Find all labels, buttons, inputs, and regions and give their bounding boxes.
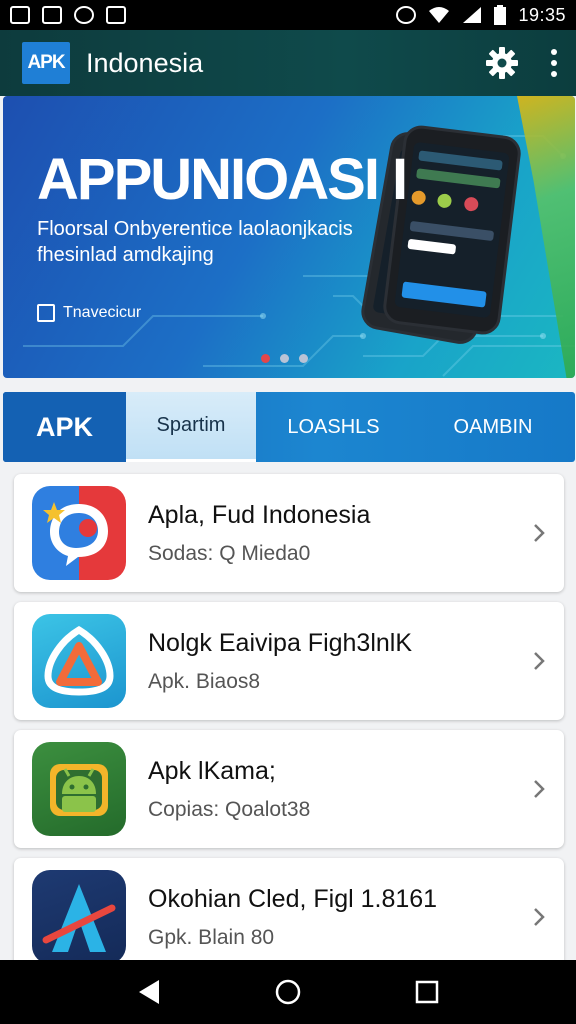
- screen-row: [418, 150, 503, 171]
- chat-bubble-icon: [32, 486, 126, 580]
- tab-oambin[interactable]: OAMBIN: [411, 392, 575, 462]
- list-item[interactable]: Apla, Fud Indonesia Sodas: Q Mieda0: [14, 474, 564, 592]
- carousel-dot[interactable]: [299, 354, 308, 363]
- list-item-text: Nolgk Eaivipa Figh3lnlK Apk. Biaos8: [148, 629, 564, 694]
- back-icon: [139, 980, 160, 1004]
- screen-dot: [410, 189, 427, 206]
- app-notification-icon: [106, 6, 126, 24]
- back-button[interactable]: [129, 972, 169, 1012]
- screen-button: [401, 281, 487, 308]
- carousel-dot[interactable]: [280, 354, 289, 363]
- banner-subtitle-line2: fhesinlad amdkajing: [37, 244, 214, 266]
- screen-row: [416, 168, 501, 189]
- more-icon-dot: [551, 60, 557, 66]
- category-tabs: APK Spartim LOASHLS OAMBIN: [3, 392, 575, 462]
- recents-button[interactable]: [407, 972, 447, 1012]
- android-icon: [32, 742, 126, 836]
- status-icons-left: [10, 6, 126, 24]
- a-logo-glyph: [42, 884, 116, 952]
- tab-loashls[interactable]: LOASHLS: [256, 392, 411, 462]
- alarm-clock-icon: [396, 6, 417, 24]
- screen-dot: [437, 193, 453, 209]
- tab-apk[interactable]: APK: [3, 392, 126, 462]
- system-nav-bar: [0, 960, 576, 1024]
- list-item[interactable]: Okohian Cled, Figl 1.8161 Gpk. Blain 80: [14, 858, 564, 976]
- carousel-indicator[interactable]: [261, 354, 308, 363]
- app-title: Nolgk Eaivipa Figh3lnlK: [148, 628, 413, 657]
- app-title: Apk lKama;: [148, 756, 276, 785]
- wifi-icon: [429, 7, 450, 23]
- list-item-text: Okohian Cled, Figl 1.8161 Gpk. Blain 80: [148, 885, 564, 950]
- screen-row: [407, 238, 457, 255]
- tab-spartim[interactable]: Spartim: [126, 392, 256, 462]
- list-item-text: Apla, Fud Indonesia Sodas: Q Mieda0: [148, 501, 564, 566]
- chevron-right-icon: [528, 778, 550, 800]
- app-title: Okohian Cled, Figl 1.8161: [148, 884, 438, 913]
- gallery-icon: [10, 6, 30, 24]
- edit-icon: [37, 304, 55, 322]
- banner-subtitle: Floorsal Onbyerentice laolaonjkacis fhes…: [37, 216, 377, 268]
- more-icon-dot: [551, 71, 557, 77]
- android-glyph: [50, 764, 108, 816]
- screen-row: [409, 220, 495, 242]
- phone-screen: [394, 141, 510, 319]
- app-title: Apla, Fud Indonesia: [148, 500, 371, 529]
- notification-icon: [42, 6, 62, 24]
- list-item[interactable]: Apk lKama; Copias: Qoalot38: [14, 730, 564, 848]
- home-icon: [275, 979, 301, 1005]
- promo-banner[interactable]: APPUNIOASI I Floorsal Onbyerentice laola…: [3, 96, 575, 378]
- overflow-menu-button[interactable]: [546, 43, 562, 83]
- triangle-logo-glyph: [44, 625, 114, 696]
- triangle-logo-icon: [32, 614, 126, 708]
- app-subtitle: Sodas: Q Mieda0: [148, 541, 311, 565]
- banner-badge: Tnavecicur: [37, 304, 141, 322]
- banner-badge-label: Tnavecicur: [63, 304, 142, 321]
- app-subtitle: Gpk. Blain 80: [148, 925, 275, 949]
- list-item[interactable]: Nolgk Eaivipa Figh3lnlK Apk. Biaos8: [14, 602, 564, 720]
- carousel-dot[interactable]: [261, 354, 270, 363]
- screen-icons: [406, 185, 505, 223]
- settings-button[interactable]: [482, 43, 522, 83]
- app-subtitle: Copias: Qoalot38: [148, 797, 311, 821]
- app-bar: APK Indonesia: [0, 30, 576, 96]
- banner-title: APPUNIOASI I: [37, 147, 408, 212]
- app-logo: APK: [22, 42, 70, 84]
- app-subtitle: Apk. Biaos8: [148, 669, 261, 693]
- alarm-icon: [74, 6, 94, 24]
- status-time: 19:35: [518, 4, 566, 25]
- signal-icon: [463, 7, 482, 23]
- banner-subtitle-line1: Floorsal Onbyerentice laolaonjkacis: [37, 218, 353, 240]
- status-icons-right: 19:35: [396, 5, 566, 26]
- more-icon: [551, 49, 557, 55]
- recents-icon: [415, 980, 438, 1004]
- app-list: Apla, Fud Indonesia Sodas: Q Mieda0 Nolg…: [14, 474, 564, 986]
- list-item-text: Apk lKama; Copias: Qoalot38: [148, 757, 564, 822]
- home-button[interactable]: [268, 972, 308, 1012]
- screen-dot: [463, 196, 480, 212]
- chevron-right-icon: [528, 650, 550, 672]
- gear-icon: [486, 47, 518, 79]
- status-bar: 19:35: [0, 0, 576, 30]
- chevron-right-icon: [528, 906, 550, 928]
- battery-icon: [494, 5, 507, 25]
- app-title: Indonesia: [86, 47, 204, 78]
- chevron-right-icon: [528, 522, 550, 544]
- chat-bubble-glyph: [43, 502, 108, 566]
- a-logo-icon: [32, 870, 126, 964]
